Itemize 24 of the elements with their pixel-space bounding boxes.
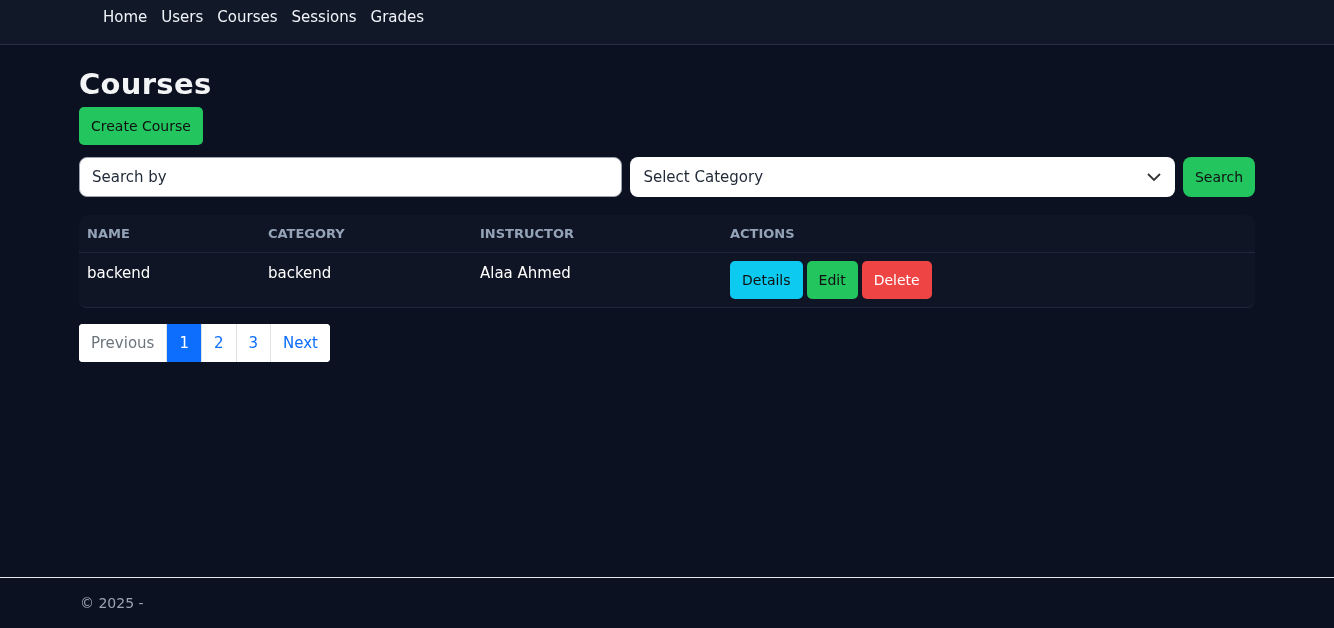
copyright-text: © 2025 - [80,595,144,611]
details-button[interactable]: Details [730,261,803,299]
nav-link[interactable]: Home [103,8,148,26]
nav-link[interactable]: Sessions [291,8,357,26]
page-link[interactable]: 1 [166,324,201,362]
column-header: NAME [87,226,131,241]
edit-button[interactable]: Edit [806,261,858,299]
search-field[interactable]: Search by [79,157,623,197]
nav-link[interactable]: Grades [370,8,425,26]
page-title: Courses [79,67,212,101]
delete-button[interactable]: Delete [861,261,932,299]
category-select[interactable]: Select Category [630,157,1175,197]
nav-link[interactable]: Users [161,8,204,26]
create-course-button[interactable]: Create Course [79,107,203,145]
table-cell-text: Alaa Ahmed [480,263,572,282]
table-cell-text: backend [268,263,333,282]
column-header: CATEGORY [268,226,346,241]
chevron-down-icon [1146,172,1161,182]
column-header: ACTIONS [730,226,796,241]
column-header: INSTRUCTOR [480,226,575,241]
table-cell-text: backend [87,263,152,282]
nav-link[interactable]: Courses [217,8,278,26]
search-button[interactable]: Search [1182,157,1255,197]
page-link[interactable]: Next [270,324,330,362]
